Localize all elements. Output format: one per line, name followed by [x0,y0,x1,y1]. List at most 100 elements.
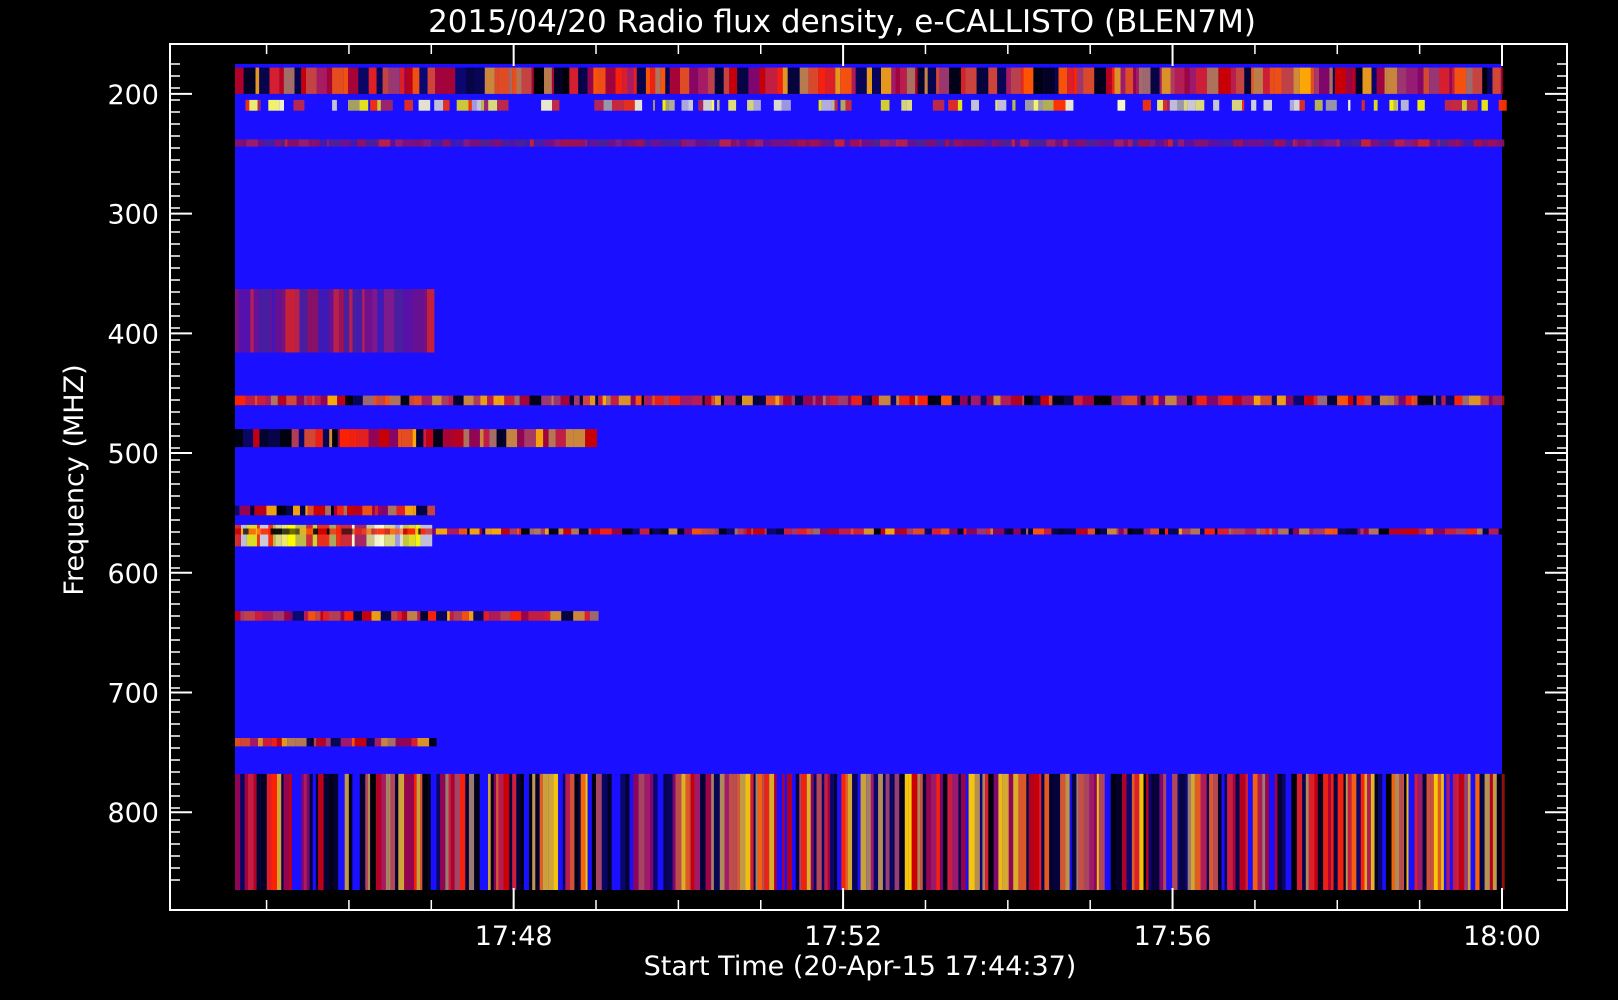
heatmap-cell [599,528,612,535]
heatmap-cell [421,395,433,406]
heatmap-cell [850,139,860,147]
heatmap-cell [1083,67,1095,94]
heatmap-cell [538,611,545,621]
heatmap-cell [573,429,586,448]
heatmap-cell [759,67,766,94]
heatmap-cell [606,395,611,406]
heatmap-cell [370,773,376,890]
heatmap-cell [390,139,396,147]
heatmap-cell [314,395,321,406]
heatmap-cell [859,139,862,147]
heatmap-cell [412,289,424,353]
heatmap-cell [521,611,529,621]
heatmap-cell [917,395,928,406]
heatmap-cell [627,67,634,94]
heatmap-cell [1011,139,1015,147]
heatmap-cell [587,67,594,94]
heatmap-cell [1055,139,1063,147]
heatmap-cell [615,139,622,147]
heatmap-cell [1425,528,1434,535]
heatmap-cell [467,528,470,535]
heatmap-cell [436,773,441,890]
heatmap-cell [906,67,916,94]
heatmap-cell [285,289,296,353]
heatmap-cell [479,528,482,535]
heatmap-cell [736,139,740,147]
heatmap-cell [822,395,826,406]
heatmap-cell [375,773,382,890]
heatmap-cell [830,139,835,147]
heatmap-cell [304,611,309,621]
heatmap-cell [850,528,854,535]
heatmap-cell [663,773,667,890]
heatmap-cell [801,773,807,890]
heatmap-cell [349,289,353,353]
heatmap-cell [1021,67,1024,94]
heatmap-cell [541,99,552,111]
heatmap-cell [1292,139,1296,147]
heatmap-cell [340,139,349,147]
heatmap-cell [1265,528,1270,535]
heatmap-cell [401,429,413,448]
heatmap-cell [315,773,319,890]
heatmap-cell [1125,67,1134,94]
heatmap-cell [1394,395,1399,406]
heatmap-cell [434,99,444,111]
heatmap-cell [612,99,624,111]
heatmap-cell [366,524,375,547]
heatmap-cell [340,524,352,547]
heatmap-cell [344,611,354,621]
heatmap-cell [578,773,581,890]
heatmap-cell [337,395,342,406]
heatmap-cell [960,395,968,406]
heatmap-cell [248,773,254,890]
heatmap-cell [1094,67,1107,94]
heatmap-cell [1406,773,1409,890]
heatmap-cell [352,289,358,353]
heatmap-cell [997,67,1007,94]
heatmap-cell [330,738,341,747]
heatmap-cell [1136,67,1139,94]
heatmap-cell [248,528,256,535]
heatmap-cell [509,773,513,890]
heatmap-cell [1073,395,1083,406]
heatmap-cell [848,395,852,406]
heatmap-cell [1455,773,1459,890]
heatmap-cell [885,528,895,535]
heatmap-cell [630,395,636,406]
heatmap-cell [447,528,459,535]
heatmap-cell [271,738,277,747]
heatmap-cell [293,505,300,516]
heatmap-cell [1232,773,1236,890]
heatmap-cell [422,773,429,890]
heatmap-cell [318,289,329,353]
heatmap-cell [1245,773,1248,890]
heatmap-cell [279,99,284,111]
heatmap-cell [1351,773,1357,890]
heatmap-cell [967,395,971,406]
heatmap-cell [711,773,714,890]
heatmap-cell [872,139,881,147]
heatmap-cell [519,528,522,535]
heatmap-cell [1007,528,1014,535]
heatmap-cell [1057,528,1065,535]
heatmap-cell [705,773,712,890]
x-tick-label: 17:52 [804,921,882,952]
spectrogram-figure: 2015/04/20 Radio flux density, e-CALLIST… [0,0,1618,1000]
heatmap-cell [1472,67,1483,94]
heatmap-cell [982,773,985,890]
heatmap-cell [1102,395,1112,406]
heatmap-cell [917,773,921,890]
heatmap-cell [824,773,828,890]
heatmap-cell [1128,139,1133,147]
heatmap-cell [455,139,464,147]
heatmap-cell [1044,773,1050,890]
heatmap-cell [479,773,485,890]
heatmap-cell [1028,139,1035,147]
heatmap-cell [838,528,851,535]
heatmap-cell [1146,773,1149,890]
heatmap-cell [296,395,305,406]
heatmap-cell [909,395,916,406]
heatmap-cell [245,99,250,111]
heatmap-cell [861,395,869,406]
